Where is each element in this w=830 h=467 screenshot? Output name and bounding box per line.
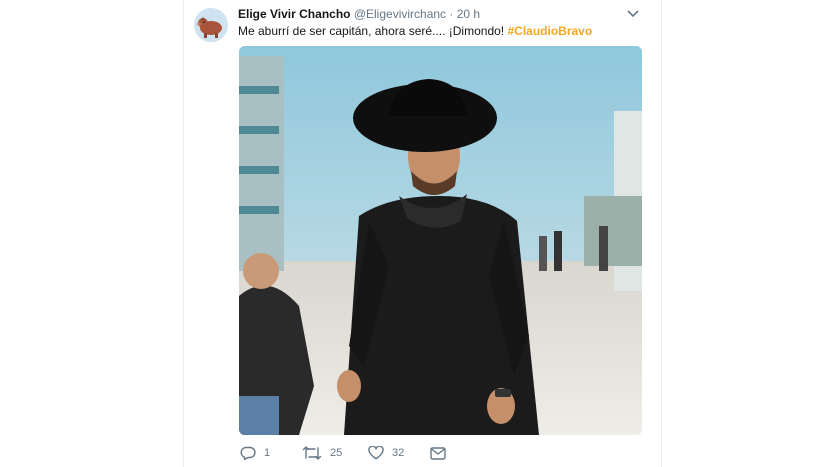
tweet-text: Me aburrí de ser capitán, ahora seré....… bbox=[238, 24, 592, 38]
avatar[interactable] bbox=[194, 8, 228, 42]
tweet-body: Me aburrí de ser capitán, ahora seré....… bbox=[238, 24, 505, 38]
envelope-icon bbox=[430, 446, 446, 460]
tweet-timestamp[interactable]: 20 h bbox=[457, 7, 480, 21]
author-handle[interactable]: @Eligevivirchanc bbox=[354, 7, 446, 21]
tweet-photo[interactable] bbox=[239, 46, 642, 435]
pig-avatar-image bbox=[194, 8, 228, 42]
tweet-menu-button[interactable] bbox=[626, 7, 640, 21]
tweet-header: Elige Vivir Chancho @Eligevivirchanc · 2… bbox=[238, 7, 480, 21]
chevron-down-icon bbox=[627, 10, 639, 17]
hashtag-link[interactable]: #ClaudioBravo bbox=[507, 24, 592, 38]
retweet-icon bbox=[302, 446, 322, 460]
timeline-right-border bbox=[661, 0, 662, 467]
separator-dot: · bbox=[449, 7, 454, 21]
like-count: 32 bbox=[392, 447, 405, 459]
retweet-count: 25 bbox=[330, 447, 343, 459]
timeline-left-border bbox=[183, 0, 184, 467]
reply-count: 1 bbox=[264, 447, 271, 459]
tweet-actions: 1 25 32 bbox=[240, 446, 446, 460]
like-button[interactable]: 32 bbox=[368, 446, 430, 460]
heart-icon bbox=[368, 446, 384, 460]
reply-button[interactable]: 1 bbox=[240, 446, 302, 460]
author-name[interactable]: Elige Vivir Chancho bbox=[238, 7, 350, 21]
direct-message-button[interactable] bbox=[430, 446, 446, 460]
photo-image bbox=[239, 46, 642, 435]
reply-icon bbox=[240, 446, 256, 460]
retweet-button[interactable]: 25 bbox=[302, 446, 368, 460]
